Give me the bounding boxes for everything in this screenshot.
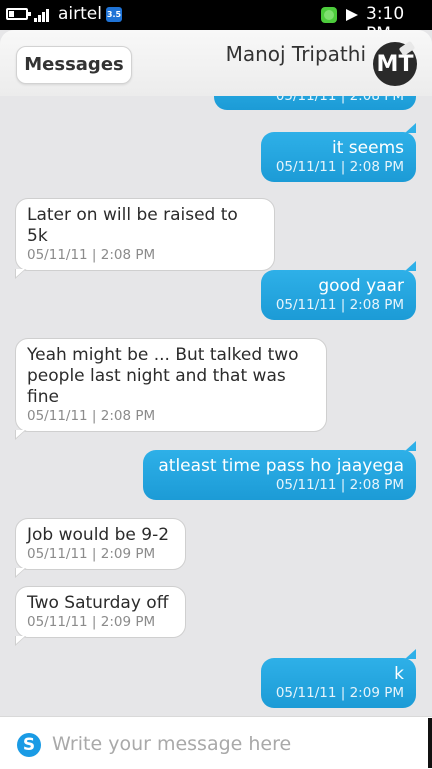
contact-name[interactable]: Manoj Tripathi (226, 42, 366, 66)
message-bubble-outgoing[interactable]: atleast time pass ho jaayega 05/11/11 | … (143, 441, 416, 500)
online-status-icon (321, 7, 337, 23)
message-text: it seems (332, 138, 404, 158)
message-timestamp: 05/11/11 | 2:08 PM (27, 408, 156, 424)
message-timestamp: 05/11/11 | 2:08 PM (275, 477, 404, 493)
message-bubble-incoming[interactable]: Two Saturday off 05/11/11 | 2:09 PM (15, 586, 186, 646)
signal-strength-icon (34, 8, 52, 22)
message-text: good yaar (318, 276, 404, 296)
message-timestamp: 05/11/11 | 2:08 PM (275, 96, 404, 104)
media-play-icon (346, 9, 358, 21)
battery-icon (6, 8, 31, 20)
message-text: k (394, 664, 404, 684)
message-text: Job would be 9-2 (27, 525, 170, 545)
messages-back-button[interactable]: Messages (16, 46, 132, 84)
message-bubble-outgoing[interactable]: k 05/11/11 | 2:09 PM (261, 649, 416, 708)
message-bubble-outgoing[interactable]: it seems 05/11/11 | 2:08 PM (261, 123, 416, 182)
message-bubble-incoming[interactable]: Later on will be raised to 5k 05/11/11 |… (15, 198, 275, 279)
carrier-name: airtel (58, 4, 102, 24)
message-thread[interactable]: 05/11/11 | 2:08 PM it seems 05/11/11 | 2… (0, 96, 432, 716)
message-input[interactable] (50, 727, 414, 761)
conversation-header: Messages Manoj Tripathi MT (0, 30, 432, 96)
message-timestamp: 05/11/11 | 2:08 PM (275, 159, 404, 175)
message-bubble-incoming[interactable]: Yeah might be ... But talked two people … (15, 338, 327, 440)
network-type-badge: 3.5 (106, 7, 122, 22)
message-bubble-outgoing[interactable]: good yaar 05/11/11 | 2:08 PM (261, 261, 416, 320)
message-timestamp: 05/11/11 | 2:08 PM (27, 247, 156, 263)
message-timestamp: 05/11/11 | 2:09 PM (27, 614, 156, 630)
message-timestamp: 05/11/11 | 2:09 PM (275, 685, 404, 701)
message-composer: S (0, 716, 432, 769)
message-text: Yeah might be ... But talked two people … (27, 345, 299, 407)
scrollbar-edge (428, 718, 432, 768)
message-text: Two Saturday off (27, 593, 169, 613)
message-bubble-partial[interactable]: 05/11/11 | 2:08 PM (214, 96, 416, 110)
status-bar: airtel 3.5 3:10 PM (0, 0, 432, 44)
skype-icon: S (17, 733, 41, 757)
message-text: Later on will be raised to 5k (27, 205, 238, 246)
message-timestamp: 05/11/11 | 2:08 PM (275, 297, 404, 313)
message-timestamp: 05/11/11 | 2:09 PM (27, 546, 156, 562)
message-text: atleast time pass ho jaayega (158, 456, 404, 476)
message-bubble-incoming[interactable]: Job would be 9-2 05/11/11 | 2:09 PM (15, 518, 186, 578)
